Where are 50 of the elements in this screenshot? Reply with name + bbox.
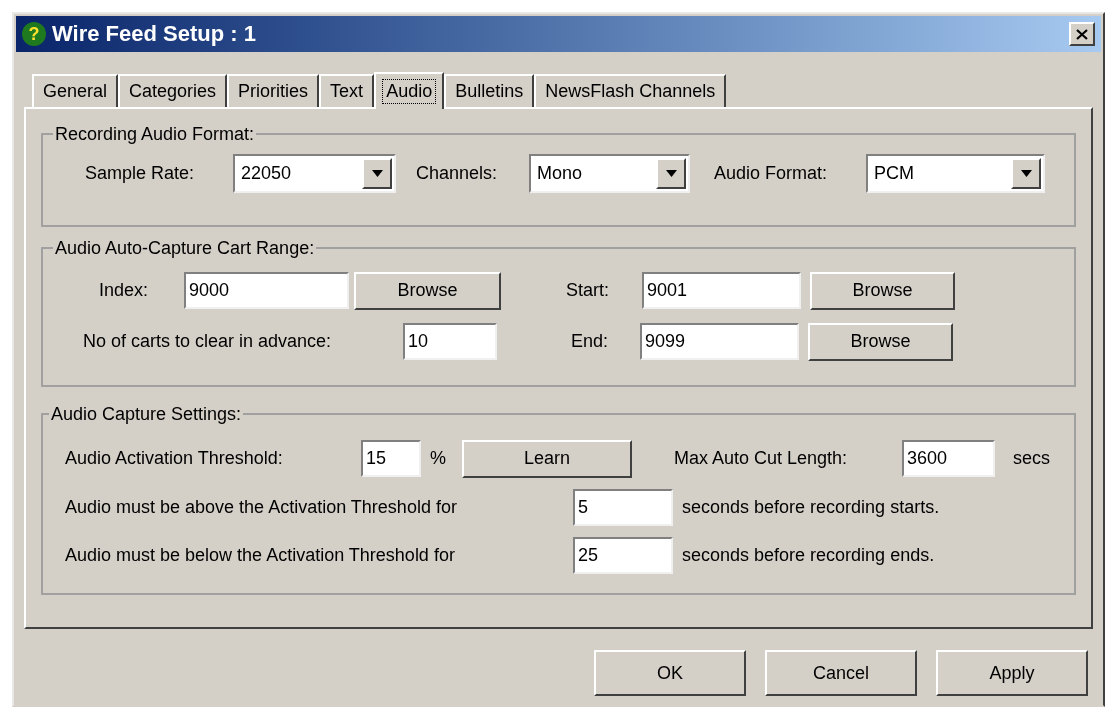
help-icon: ? — [22, 22, 46, 46]
field-label: seconds before recording starts. — [682, 495, 940, 519]
field-label: Audio must be below the Activation Threshold for — [65, 543, 456, 567]
close-button[interactable] — [1069, 22, 1095, 46]
tab[interactable]: General — [32, 74, 119, 107]
tab[interactable]: Bulletins — [444, 74, 535, 107]
dropdown-arrow-icon — [371, 169, 383, 177]
text-field[interactable]: 3600 — [902, 440, 995, 477]
dialog-button[interactable]: Cancel — [765, 650, 917, 696]
field-label: Channels: — [416, 161, 499, 185]
browse-button[interactable]: Browse — [354, 271, 501, 310]
text-field[interactable]: 15 — [361, 440, 421, 477]
field-label: No of carts to clear in advance: — [83, 330, 333, 353]
dropdown[interactable]: 22050 — [233, 153, 396, 193]
field-label: End: — [571, 330, 610, 353]
dropdown[interactable]: Mono — [529, 153, 690, 193]
dropdown[interactable]: PCM — [866, 153, 1045, 193]
field-label: Index: — [99, 279, 150, 302]
field-label: Audio Activation Threshold: — [65, 447, 284, 470]
dialog-button[interactable]: OK — [594, 650, 746, 696]
field-label: % — [430, 447, 447, 470]
field-label: seconds before recording ends. — [682, 543, 935, 567]
group-title: Audio Capture Settings: — [50, 403, 243, 426]
field-label: Start: — [566, 279, 610, 302]
tab[interactable]: NewsFlash Channels — [534, 74, 727, 107]
close-icon — [1076, 28, 1088, 40]
text-field[interactable]: 10 — [403, 323, 497, 360]
dialog-button[interactable]: Apply — [936, 650, 1088, 696]
group-title: Recording Audio Format: — [54, 123, 256, 146]
group-title: Audio Auto-Capture Cart Range: — [54, 237, 316, 260]
field-label: Audio must be above the Activation Threshold for — [65, 495, 458, 519]
field-label: Max Auto Cut Length: — [674, 447, 849, 470]
learn-button[interactable]: Learn — [462, 439, 632, 478]
browse-button[interactable]: Browse — [808, 322, 953, 361]
text-field[interactable]: 25 — [573, 536, 673, 574]
window-title: Wire Feed Setup : 1 — [52, 23, 256, 45]
tab[interactable]: Categories — [118, 74, 228, 107]
text-field[interactable]: 9001 — [642, 272, 801, 309]
dropdown-arrow-icon — [1020, 169, 1032, 177]
text-field[interactable]: 5 — [573, 488, 673, 526]
browse-button[interactable]: Browse — [810, 271, 955, 310]
field-label: Audio Format: — [714, 161, 829, 185]
text-field[interactable]: 9099 — [640, 323, 799, 360]
field-label: Sample Rate: — [85, 161, 196, 185]
text-field[interactable]: 9000 — [184, 272, 349, 309]
field-label: secs — [1013, 447, 1050, 470]
tab[interactable]: Priorities — [227, 74, 320, 107]
dropdown-arrow-icon — [665, 169, 677, 177]
tab[interactable]: Audio — [374, 72, 445, 109]
tab[interactable]: Text — [319, 74, 375, 107]
